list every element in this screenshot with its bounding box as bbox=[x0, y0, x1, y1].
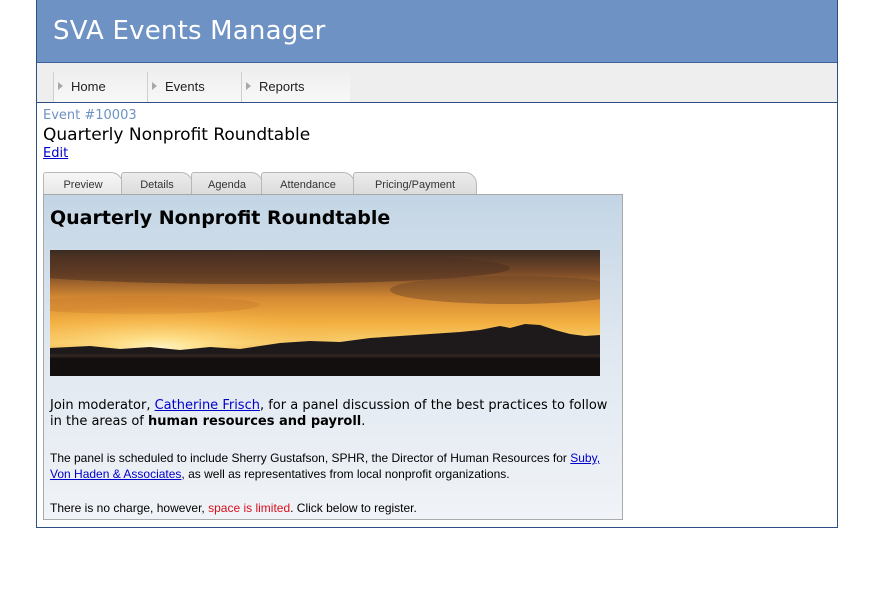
sunset-banner-image bbox=[50, 250, 600, 376]
intro-text-pre: Join moderator, bbox=[50, 398, 155, 413]
nav-arrow-icon bbox=[58, 82, 63, 90]
app-frame: SVA Events Manager Home Events Reports E… bbox=[36, 0, 838, 528]
tab-agenda[interactable]: Agenda bbox=[191, 172, 263, 194]
moderator-link[interactable]: Catherine Frisch bbox=[155, 398, 260, 413]
nav-item-label: Reports bbox=[259, 79, 305, 94]
tab-details[interactable]: Details bbox=[121, 172, 193, 194]
tab-attendance[interactable]: Attendance bbox=[261, 172, 355, 194]
charge-paragraph: There is no charge, however, space is li… bbox=[50, 501, 620, 515]
event-number: Event #10003 bbox=[43, 108, 137, 123]
main-nav: Home Events Reports bbox=[37, 63, 837, 103]
charge-text-post: . Click below to register. bbox=[290, 501, 417, 515]
nav-item-label: Events bbox=[165, 79, 205, 94]
tab-pricing-payment[interactable]: Pricing/Payment bbox=[353, 172, 477, 194]
preview-heading: Quarterly Nonprofit Roundtable bbox=[50, 207, 391, 229]
preview-panel: Quarterly Nonprofit Roundtable Join mode… bbox=[43, 194, 623, 520]
space-limited-text: space is limited bbox=[208, 501, 291, 515]
nav-item-reports[interactable]: Reports bbox=[241, 72, 350, 102]
nav-item-label: Home bbox=[71, 79, 106, 94]
intro-bold-topic: human resources and payroll bbox=[148, 414, 362, 429]
nav-item-home[interactable]: Home bbox=[53, 72, 148, 102]
panel-text-pre: The panel is scheduled to include Sherry… bbox=[50, 451, 571, 465]
intro-text-post: . bbox=[361, 414, 366, 429]
app-header: SVA Events Manager bbox=[37, 0, 837, 63]
edit-link[interactable]: Edit bbox=[43, 146, 68, 161]
panel-text-post: , as well as representatives from local … bbox=[181, 467, 510, 481]
event-title: Quarterly Nonprofit Roundtable bbox=[43, 125, 311, 145]
nav-arrow-icon bbox=[246, 82, 251, 90]
intro-paragraph: Join moderator, Catherine Frisch, for a … bbox=[50, 398, 610, 430]
app-title: SVA Events Manager bbox=[53, 16, 326, 46]
nav-arrow-icon bbox=[152, 82, 157, 90]
tab-preview[interactable]: Preview bbox=[43, 172, 123, 194]
nav-item-events[interactable]: Events bbox=[147, 72, 242, 102]
panel-paragraph: The panel is scheduled to include Sherry… bbox=[50, 450, 620, 482]
charge-text-pre: There is no charge, however, bbox=[50, 501, 209, 515]
